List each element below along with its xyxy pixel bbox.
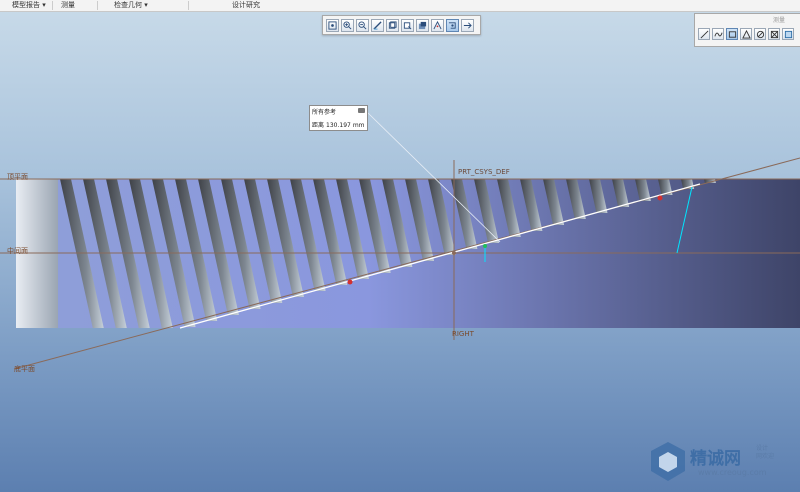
fillet-icon[interactable] bbox=[768, 28, 780, 40]
watermark-logo-icon bbox=[651, 442, 685, 481]
distance-row: 距离 130.197 mm bbox=[312, 120, 365, 129]
chamfer-icon[interactable] bbox=[782, 28, 794, 40]
saved-views-icon[interactable] bbox=[386, 18, 399, 32]
constraint-point[interactable] bbox=[347, 279, 353, 285]
line-icon[interactable] bbox=[698, 28, 710, 40]
zoom-in-icon[interactable] bbox=[341, 18, 354, 32]
front-plane-label[interactable]: 中间面 bbox=[7, 246, 28, 256]
sketch-toolbar: 测量 bbox=[694, 13, 800, 47]
reference-info-popup[interactable]: 所有参考 距离 130.197 mm bbox=[309, 105, 368, 131]
distance-unit: mm bbox=[352, 122, 365, 129]
arc-icon[interactable] bbox=[740, 28, 752, 40]
orient-icon[interactable] bbox=[401, 18, 414, 32]
menu-inspect-geometry[interactable]: 检查几何 ▾ bbox=[114, 1, 189, 10]
menu-design-study[interactable]: 设计研究 bbox=[232, 1, 260, 10]
model-scene[interactable] bbox=[0, 0, 800, 492]
repaint-icon[interactable] bbox=[371, 18, 384, 32]
popup-collapse-icon[interactable] bbox=[358, 108, 365, 113]
top-plane-label[interactable]: 顶平面 bbox=[7, 172, 28, 182]
bottom-plane-label[interactable]: 底平面 bbox=[14, 364, 35, 374]
csys-origin[interactable] bbox=[452, 251, 456, 255]
distance-label: 距离 bbox=[312, 122, 325, 129]
constraint-point[interactable] bbox=[657, 195, 663, 201]
csys-label[interactable]: PRT_CSYS_DEF bbox=[458, 168, 510, 176]
watermark-url: www.creoug.com bbox=[698, 468, 767, 477]
ribbon-menu-bar: 模型报告 ▾ 测量 检查几何 ▾ 设计研究 bbox=[0, 0, 800, 12]
circle-icon[interactable] bbox=[754, 28, 766, 40]
watermark-subtitle: 设计 网欢迎 bbox=[756, 445, 775, 460]
spline-icon[interactable] bbox=[712, 28, 724, 40]
watermark-brand: 精诚网 bbox=[690, 449, 741, 469]
view-toolbar bbox=[322, 15, 481, 35]
sketch-toolbar-header: 测量 bbox=[772, 17, 785, 24]
annotation-display-icon[interactable] bbox=[461, 18, 474, 32]
distance-value: 130.197 bbox=[326, 122, 351, 129]
right-plane-label[interactable]: RIGHT bbox=[452, 330, 474, 338]
datum-display-icon[interactable] bbox=[431, 18, 444, 32]
rectangle-icon[interactable] bbox=[726, 28, 738, 40]
menu-model-report[interactable]: 模型报告 ▾ bbox=[12, 1, 53, 10]
zoom-window-icon[interactable] bbox=[326, 18, 339, 32]
constraint-point[interactable] bbox=[483, 244, 487, 248]
zoom-out-icon[interactable] bbox=[356, 18, 369, 32]
spin-center-icon[interactable] bbox=[446, 18, 459, 32]
graphics-viewport[interactable]: PRT_CSYS_DEF RIGHT 顶平面 中间面 底平面 模型报告 ▾ 测量… bbox=[0, 0, 800, 492]
display-style-icon[interactable] bbox=[416, 18, 429, 32]
site-watermark: 精诚网 设计 网欢迎 www.creoug.com bbox=[646, 436, 800, 492]
popup-title: 所有参考 bbox=[312, 109, 337, 116]
menu-measure[interactable]: 测量 bbox=[61, 1, 98, 10]
